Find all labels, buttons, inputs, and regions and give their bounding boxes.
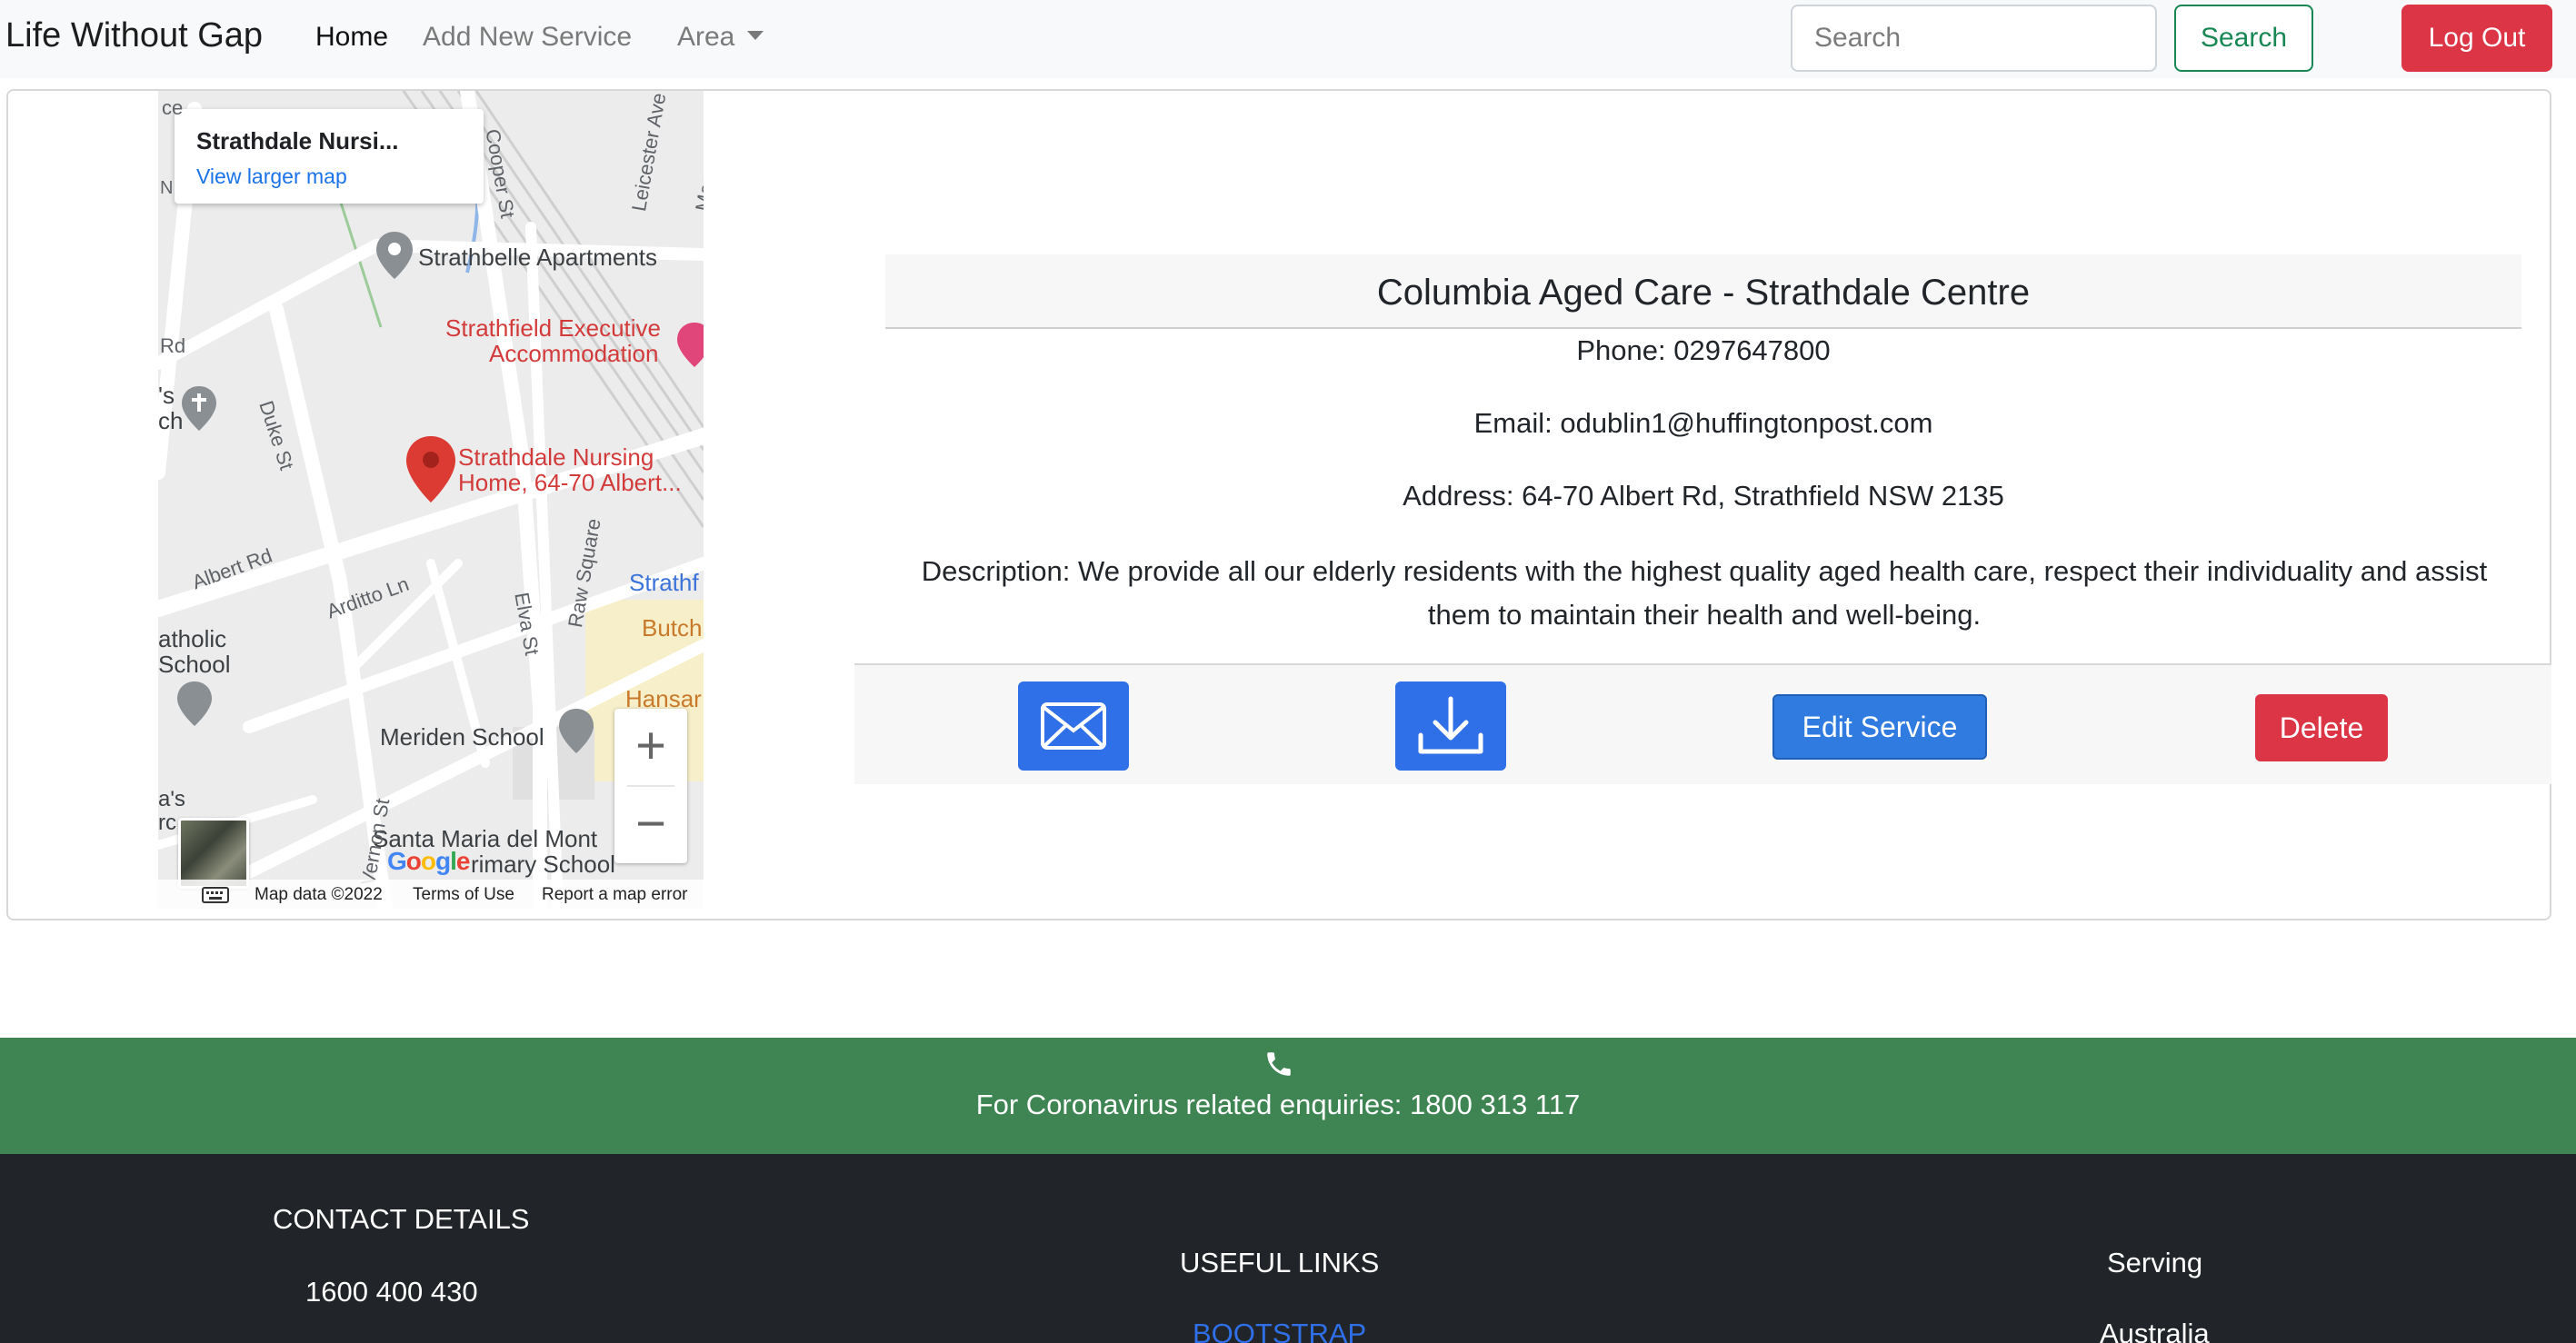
service-phone: Phone: 0297647800 <box>1576 334 1831 366</box>
caret-down-icon <box>747 31 764 41</box>
map-label-fragment: N <box>160 178 174 198</box>
service-header: Columbia Aged Care - Strathdale Centre <box>885 254 2521 329</box>
useful-links-heading: USEFUL LINKS <box>1180 1247 1380 1278</box>
view-larger-map-link[interactable]: View larger map <box>196 164 462 189</box>
map-zoom-controls: + − <box>614 709 687 863</box>
terms-of-use-link[interactable]: Terms of Use <box>413 885 514 905</box>
navbar: Life Without Gap Home Add New Service Ar… <box>0 0 2576 78</box>
map-label-fragment: rc <box>158 811 176 835</box>
google-logo: Google <box>387 847 470 875</box>
zoom-in-button[interactable]: + <box>614 709 687 783</box>
coronavirus-banner: For Coronavirus related enquiries: 1800 … <box>0 1038 2576 1154</box>
map-info-title: Strathdale Nursi... <box>196 127 399 154</box>
map-label-butch: Butch <box>642 614 703 642</box>
search-button[interactable]: Search <box>2174 5 2313 72</box>
keyboard-icon[interactable] <box>202 887 229 909</box>
map-label-fragment: Rd <box>160 334 186 357</box>
coronavirus-enquiries-text: For Coronavirus related enquiries: 1800 … <box>975 1089 1581 1120</box>
embedded-map[interactable]: Strathdale Nursi... View larger map ce N… <box>158 91 704 909</box>
map-label-fragment: 's <box>158 382 175 409</box>
download-icon <box>1418 696 1483 754</box>
map-label-strathf: Strathf <box>629 569 699 596</box>
edit-service-button[interactable]: Edit Service <box>1772 694 1987 760</box>
brand-logo[interactable]: Life Without Gap <box>5 16 263 55</box>
zoom-out-button[interactable]: − <box>614 787 687 861</box>
map-data-text: Map data ©2022 <box>255 885 383 904</box>
service-address: Address: 64-70 Albert Rd, Strathfield NS… <box>1403 480 2004 512</box>
map-info-window: Strathdale Nursi... View larger map <box>175 109 484 204</box>
download-button[interactable] <box>1395 681 1506 771</box>
map-label-catholic: School <box>158 651 231 678</box>
contact-details-heading: CONTACT DETAILS <box>273 1203 530 1235</box>
map-label-strathbelle[interactable]: Strathbelle Apartments <box>418 244 657 272</box>
map-label-fragment: a's <box>158 787 185 811</box>
map-label-catholic: atholic <box>158 625 227 652</box>
email-button[interactable] <box>1018 681 1129 771</box>
map-label-fragment: ce <box>162 96 184 119</box>
service-description: Description: We provide all our elderly … <box>921 555 2488 631</box>
nav-home[interactable]: Home <box>315 22 388 53</box>
map-label-strathfield-exec[interactable]: Strathfield Executive <box>445 314 661 343</box>
phone-icon <box>1263 1049 1294 1084</box>
serving-value: Australia <box>2100 1318 2210 1343</box>
map-label-strathdale[interactable]: Strathdale Nursing <box>458 443 654 472</box>
serving-heading: Serving <box>2107 1247 2203 1278</box>
search-input[interactable] <box>1791 5 2157 72</box>
nav-area-label: Area <box>677 22 735 52</box>
report-map-error-link[interactable]: Report a map error <box>542 885 688 905</box>
site-footer: CONTACT DETAILS 1600 400 430 USEFUL LINK… <box>0 1154 2576 1343</box>
service-actions: Edit Service Delete <box>854 663 2551 784</box>
service-email: Email: odublin1@huffingtonpost.com <box>1473 407 1933 439</box>
logout-button[interactable]: Log Out <box>2401 5 2552 72</box>
nav-add-new-service[interactable]: Add New Service <box>423 22 632 53</box>
map-label-strathdale: Home, 64-70 Albert... <box>458 469 682 496</box>
delete-button[interactable]: Delete <box>2255 694 2388 761</box>
nav-area-dropdown[interactable]: Area <box>677 22 764 53</box>
map-label-strathfield-exec: Accommodation <box>489 340 659 367</box>
service-title: Columbia Aged Care - Strathdale Centre <box>1376 273 2031 313</box>
envelope-icon <box>1041 702 1106 750</box>
satellite-toggle-button[interactable] <box>178 818 249 889</box>
map-label-fragment: ch <box>158 407 184 434</box>
bootstrap-link[interactable]: BOOTSTRAP <box>1193 1318 1366 1343</box>
map-label-meriden[interactable]: Meriden School <box>380 723 544 751</box>
contact-phone: 1600 400 430 <box>305 1276 478 1308</box>
map-label-santa-maria: rimary School <box>471 851 615 878</box>
map-attribution: Map data ©2022 Terms of Use Report a map… <box>158 880 704 909</box>
